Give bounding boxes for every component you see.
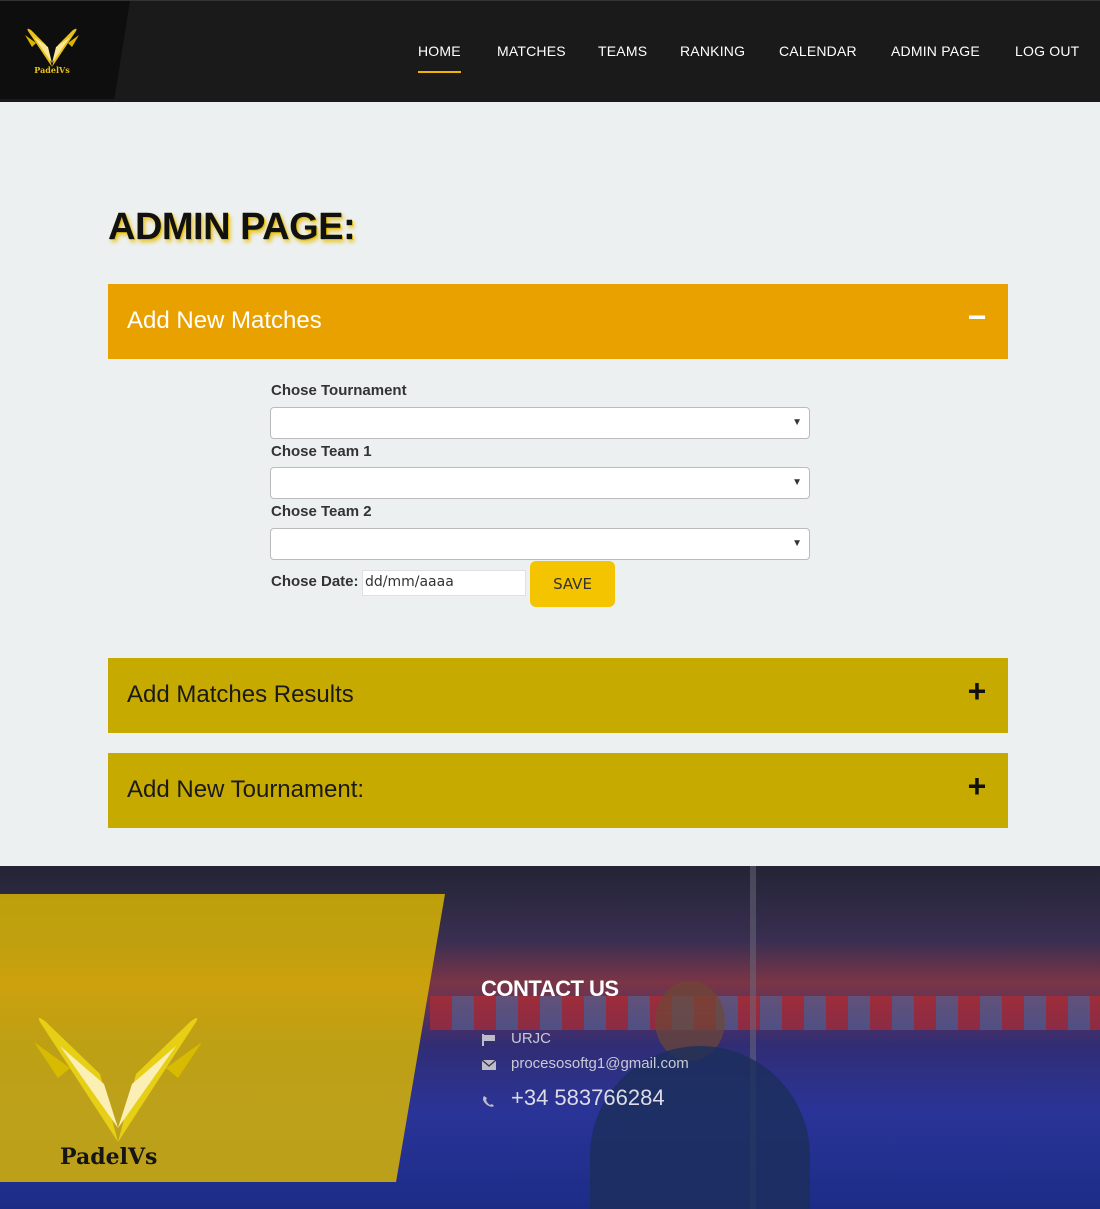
contact-phone: +34 583766284: [481, 1085, 665, 1111]
page-title: ADMIN PAGE:: [108, 206, 356, 248]
footer-logo-panel: PadelVs: [0, 894, 445, 1182]
section-add-matches-results[interactable]: Add Matches Results +: [108, 658, 1008, 733]
team1-label: Chose Team 1: [271, 443, 372, 460]
section-title: Add New Tournament:: [127, 776, 365, 803]
section-add-new-tournament[interactable]: Add New Tournament: +: [108, 753, 1008, 828]
tournament-label: Chose Tournament: [271, 382, 407, 399]
footer-logo-text: PadelVs: [60, 1144, 158, 1170]
phone-text[interactable]: +34 583766284: [511, 1085, 665, 1110]
contact-title: CONTACT US: [481, 976, 619, 1001]
phone-icon: [481, 1095, 497, 1107]
save-button[interactable]: SAVE: [530, 561, 615, 607]
top-navbar: PadelVs HOME MATCHES TEAMS RANKING CALEN…: [0, 0, 1100, 102]
email-text[interactable]: procesosoftg1@gmail.com: [511, 1055, 689, 1072]
dropdown-arrow-icon: ▼: [792, 538, 802, 549]
section-title: Add New Matches: [127, 307, 322, 334]
team2-label: Chose Team 2: [271, 503, 372, 520]
date-label: Chose Date:: [271, 573, 359, 590]
section-title: Add Matches Results: [127, 681, 354, 708]
nav-home[interactable]: HOME: [418, 43, 461, 73]
dropdown-arrow-icon: ▼: [792, 477, 802, 488]
expand-plus-icon[interactable]: +: [966, 675, 988, 707]
nav-log-out[interactable]: LOG OUT: [1015, 43, 1079, 59]
envelope-icon: [481, 1058, 497, 1071]
nav-admin-page[interactable]: ADMIN PAGE: [891, 43, 980, 59]
wings-logo-icon: [34, 1018, 202, 1142]
team2-select[interactable]: ▼: [270, 528, 810, 560]
section-add-new-matches[interactable]: Add New Matches −: [108, 284, 1008, 359]
footer: PadelVs CONTACT US URJC procesosoftg1@gm…: [0, 866, 1100, 1209]
main-nav: HOME MATCHES TEAMS RANKING CALENDAR ADMI…: [0, 43, 1100, 73]
contact-email: procesosoftg1@gmail.com: [481, 1055, 689, 1072]
nav-matches[interactable]: MATCHES: [497, 43, 566, 59]
date-input[interactable]: dd/mm/aaaa: [362, 570, 526, 596]
team1-select[interactable]: ▼: [270, 467, 810, 499]
contact-address: URJC: [481, 1030, 551, 1047]
flag-icon: [481, 1033, 497, 1047]
address-text: URJC: [511, 1030, 551, 1047]
nav-ranking[interactable]: RANKING: [680, 43, 745, 59]
expand-plus-icon[interactable]: +: [966, 770, 988, 802]
collapse-minus-icon[interactable]: −: [966, 301, 988, 333]
tournament-select[interactable]: ▼: [270, 407, 810, 439]
nav-teams[interactable]: TEAMS: [598, 43, 647, 59]
dropdown-arrow-icon: ▼: [792, 417, 802, 428]
nav-calendar[interactable]: CALENDAR: [779, 43, 857, 59]
